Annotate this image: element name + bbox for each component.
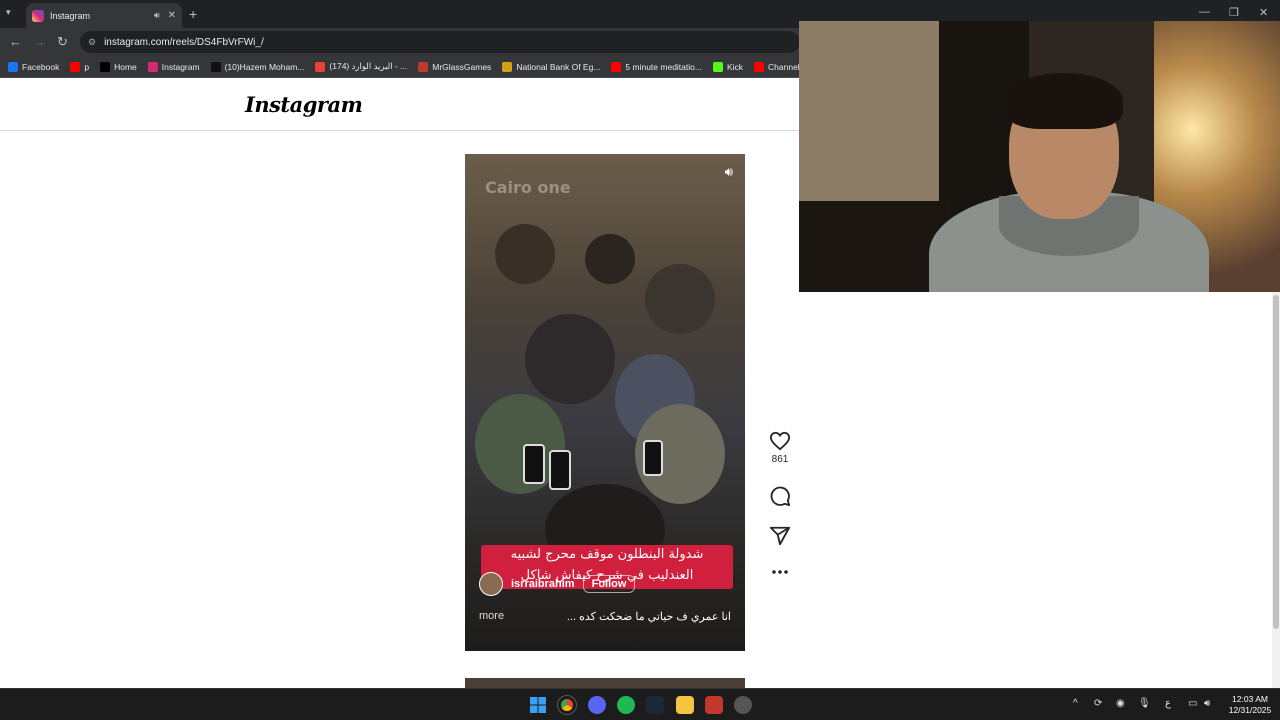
instagram-logo[interactable]: Instagram — [245, 92, 363, 117]
close-tab-icon[interactable]: ✕ — [168, 10, 176, 21]
sync-icon[interactable]: ⟳ — [1094, 698, 1102, 709]
discord-icon[interactable] — [588, 696, 606, 714]
bookmark-favicon-icon — [754, 61, 765, 72]
reel-video[interactable]: Cairo one 🔊︎ شدولة البنطلون موقف محرج لش… — [465, 154, 745, 651]
discord-tray-icon[interactable]: ◉ — [1116, 698, 1125, 709]
steam-icon[interactable] — [646, 696, 664, 714]
bookmark-label: (10)Hazem Moham... — [224, 61, 305, 72]
microphone-icon[interactable]: 🎙︎ — [1138, 698, 1151, 709]
bookmark-item[interactable]: p — [70, 61, 90, 72]
bookmark-item[interactable]: National Bank Of Eg... — [502, 61, 601, 72]
reload-icon[interactable]: ↻ — [57, 34, 68, 50]
minimize-icon[interactable]: — — [1199, 6, 1210, 18]
obs-icon[interactable] — [734, 696, 752, 714]
reel-author: isrraibrahim Follow — [479, 572, 636, 596]
phone-screen — [643, 440, 663, 476]
crowd-figure — [495, 224, 555, 284]
restore-icon[interactable]: ❐ — [1229, 6, 1239, 19]
bookmark-label: Home — [114, 61, 137, 72]
bookmark-label: 5 minute meditatio... — [625, 61, 702, 72]
app-icon[interactable] — [705, 696, 723, 714]
channel-watermark: Cairo one — [485, 178, 571, 197]
bookmark-label: MrGlassGames — [432, 61, 492, 72]
webcam-bed — [799, 201, 949, 292]
bookmark-favicon-icon — [315, 61, 326, 72]
phone-screen — [549, 450, 571, 490]
spotify-icon[interactable] — [617, 696, 635, 714]
bookmark-item[interactable]: Instagram — [147, 61, 200, 72]
bookmark-item[interactable]: Kick — [712, 61, 744, 72]
bookmark-item[interactable]: Facebook — [8, 61, 60, 72]
more-link[interactable]: more — [479, 610, 504, 623]
crowd-figure — [645, 264, 715, 334]
bookmark-item[interactable]: (10)Hazem Moham... — [210, 61, 305, 72]
next-reel-preview[interactable] — [465, 678, 745, 688]
volume-tray-icon[interactable]: 🔊︎ — [1204, 698, 1210, 709]
avatar[interactable] — [479, 572, 503, 596]
reel-description: more انا عمري ف حياتي ما ضحكت كده ... — [479, 610, 731, 623]
bookmark-label: Facebook — [22, 61, 60, 72]
bookmark-label: Instagram — [161, 61, 200, 72]
bookmark-favicon-icon — [100, 61, 111, 72]
bookmark-favicon-icon — [70, 61, 81, 72]
bookmark-favicon-icon — [418, 61, 429, 72]
windows-start-icon[interactable] — [529, 696, 547, 714]
close-window-icon[interactable]: ✕ — [1259, 6, 1268, 19]
bookmark-favicon-icon — [147, 61, 158, 72]
address-bar[interactable]: ⚙ instagram.com/reels/DS4FbVrFWi_/ — [80, 31, 800, 53]
follow-button[interactable]: Follow — [582, 575, 636, 593]
caption-line-1: شدولة البنطلون موقف محرج لشبيه — [510, 547, 704, 562]
crowd-figure — [525, 314, 615, 404]
instagram-favicon-icon — [32, 9, 44, 22]
clock-date: 12/31/2025 — [1228, 705, 1272, 715]
bookmark-item[interactable]: Home — [100, 61, 137, 72]
network-icon[interactable]: ▭ — [1188, 698, 1197, 709]
volume-icon[interactable]: 🔊︎ — [725, 164, 733, 180]
bookmark-favicon-icon — [8, 61, 18, 72]
system-clock[interactable]: 12:03 AM 12/31/2025 — [1222, 694, 1278, 716]
username[interactable]: isrraibrahim — [511, 578, 575, 590]
tab-instagram[interactable]: Instagram 🔊︎ ✕ — [26, 3, 182, 28]
share-send-icon[interactable] — [769, 525, 791, 547]
url-text: instagram.com/reels/DS4FbVrFWi_/ — [104, 36, 264, 48]
bookmark-item[interactable]: MrGlassGames — [418, 61, 492, 72]
crowd-figure — [585, 234, 635, 284]
more-options-icon[interactable] — [771, 569, 789, 575]
input-language[interactable]: ع — [1165, 698, 1171, 709]
clock-time: 12:03 AM — [1232, 694, 1268, 704]
site-info-icon[interactable]: ⚙ — [88, 37, 96, 48]
scrollbar-thumb[interactable] — [1273, 295, 1279, 629]
file-explorer-icon[interactable] — [676, 696, 694, 714]
audio-playing-icon[interactable]: 🔊︎ — [154, 10, 160, 21]
tab-title: Instagram — [50, 10, 91, 21]
tab-search-icon[interactable]: ▾ — [6, 7, 11, 18]
bookmark-label: (174) البريد الوارد - ... — [329, 61, 408, 71]
back-icon[interactable]: ← — [9, 34, 22, 49]
webcam-person-hair — [1005, 73, 1123, 129]
comment-icon[interactable] — [769, 485, 791, 507]
bookmark-favicon-icon — [611, 61, 622, 72]
new-tab-button[interactable]: + — [189, 6, 197, 22]
chrome-icon[interactable] — [557, 695, 577, 715]
forward-icon[interactable]: → — [33, 34, 46, 49]
bookmark-favicon-icon — [210, 61, 221, 72]
phone-screen — [523, 444, 545, 484]
bookmark-label: Kick — [726, 61, 744, 72]
bookmark-item[interactable]: 5 minute meditatio... — [611, 61, 702, 72]
reel-actions: 861 — [766, 431, 794, 575]
description-text: انا عمري ف حياتي ما ضحكت كده ... — [566, 611, 731, 623]
bookmark-label: p — [84, 61, 90, 72]
tray-overflow-icon[interactable]: ^ — [1073, 698, 1078, 709]
webcam-overlay — [799, 21, 1280, 292]
like-heart-icon[interactable] — [769, 431, 791, 451]
like-count: 861 — [771, 454, 789, 465]
bookmark-favicon-icon — [502, 61, 513, 72]
bookmark-favicon-icon — [712, 61, 723, 72]
windows-taskbar: ^ ⟳ ◉ 🎙︎ ع ▭ 🔊︎ 12:03 AM 12/31/2025 — [0, 688, 1280, 720]
bookmark-label: National Bank Of Eg... — [516, 61, 601, 72]
bookmark-item[interactable]: (174) البريد الوارد - ... — [315, 61, 407, 72]
